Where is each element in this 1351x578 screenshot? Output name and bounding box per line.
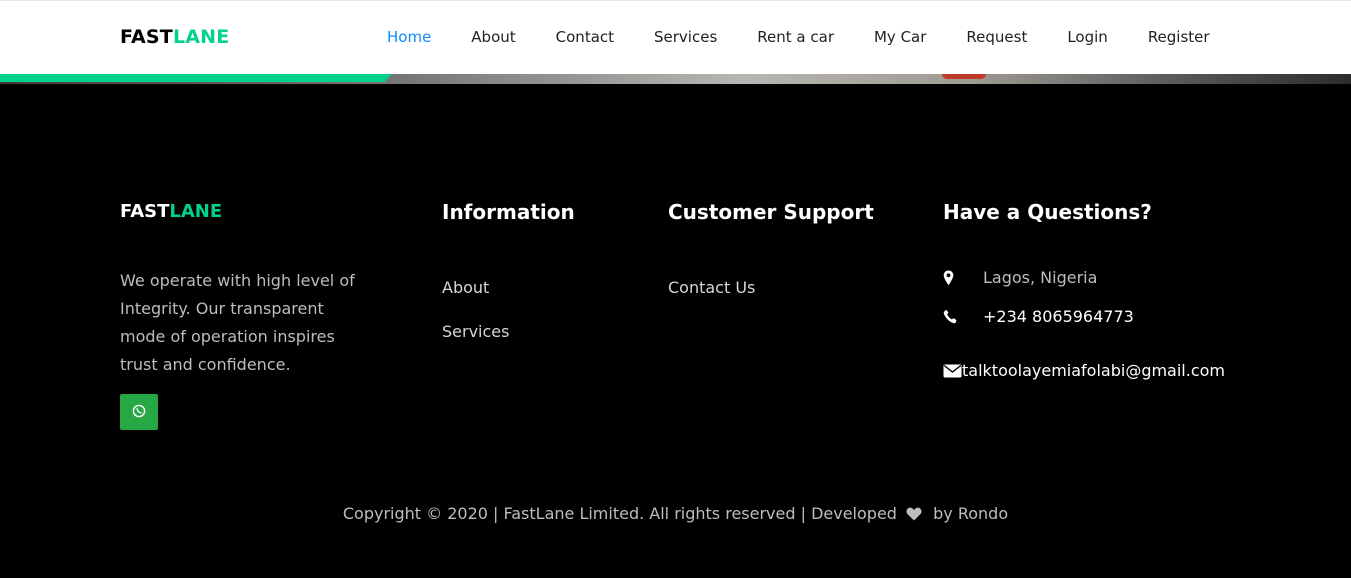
footer-about-text: We operate with high level of Integrity.… xyxy=(120,271,355,374)
map-marker-icon xyxy=(943,269,965,287)
footer-link-about[interactable]: About xyxy=(442,278,489,297)
heart-icon xyxy=(906,506,922,525)
footer-brand-part1: FAST xyxy=(120,201,170,222)
nav-link-request[interactable]: Request xyxy=(966,28,1027,46)
main-nav: Home About Contact Services Rent a car M… xyxy=(387,28,1250,46)
footer-brand-logo[interactable]: FASTLANE xyxy=(120,201,222,222)
phone-icon xyxy=(943,308,965,326)
copyright-text: Copyright © 2020 | FastLane Limited. All… xyxy=(0,504,1351,525)
nav-link-about[interactable]: About xyxy=(471,28,515,46)
copyright-main: Copyright © 2020 | FastLane Limited. All… xyxy=(342,504,897,523)
copyright-author: by Rondo xyxy=(933,504,1009,523)
footer-brand-part2: LANE xyxy=(169,201,223,222)
nav-link-services[interactable]: Services xyxy=(654,28,717,46)
nav-link-register[interactable]: Register xyxy=(1148,28,1210,46)
contact-location: Lagos, Nigeria xyxy=(943,268,1097,287)
hero-image-edge xyxy=(0,74,1351,84)
brand-logo[interactable]: FASTLANE xyxy=(120,26,229,48)
footer-questions-title: Have a Questions? xyxy=(943,200,1152,224)
nav-link-rent-a-car[interactable]: Rent a car xyxy=(757,28,834,46)
navbar: FASTLANE Home About Contact Services Ren… xyxy=(0,0,1351,74)
contact-location-text: Lagos, Nigeria xyxy=(983,268,1098,287)
brand-logo-part1: FAST xyxy=(120,26,173,48)
hero-accent-bar xyxy=(0,74,392,82)
hero-image-detail xyxy=(942,74,986,79)
footer-link-contact-us[interactable]: Contact Us xyxy=(668,278,755,297)
nav-link-home[interactable]: Home xyxy=(387,28,431,46)
envelope-icon xyxy=(943,362,962,380)
footer-link-services[interactable]: Services xyxy=(442,322,509,341)
footer-information-title: Information xyxy=(442,200,575,224)
contact-phone-text: +234 8065964773 xyxy=(983,307,1134,326)
footer-support-title: Customer Support xyxy=(668,200,874,224)
nav-link-contact[interactable]: Contact xyxy=(556,28,614,46)
footer: FASTLANE We operate with high level of I… xyxy=(0,84,1351,578)
whatsapp-button[interactable] xyxy=(120,394,158,430)
contact-phone[interactable]: +234 8065964773 xyxy=(943,307,1134,326)
contact-email-text: talktoolayemiafolabi@gmail.com xyxy=(962,361,1226,380)
nav-link-my-car[interactable]: My Car xyxy=(874,28,926,46)
brand-logo-part2: LANE xyxy=(172,26,230,48)
contact-email[interactable]: talktoolayemiafolabi@gmail.com xyxy=(943,361,1225,380)
nav-link-login[interactable]: Login xyxy=(1067,28,1107,46)
whatsapp-icon xyxy=(132,403,146,422)
